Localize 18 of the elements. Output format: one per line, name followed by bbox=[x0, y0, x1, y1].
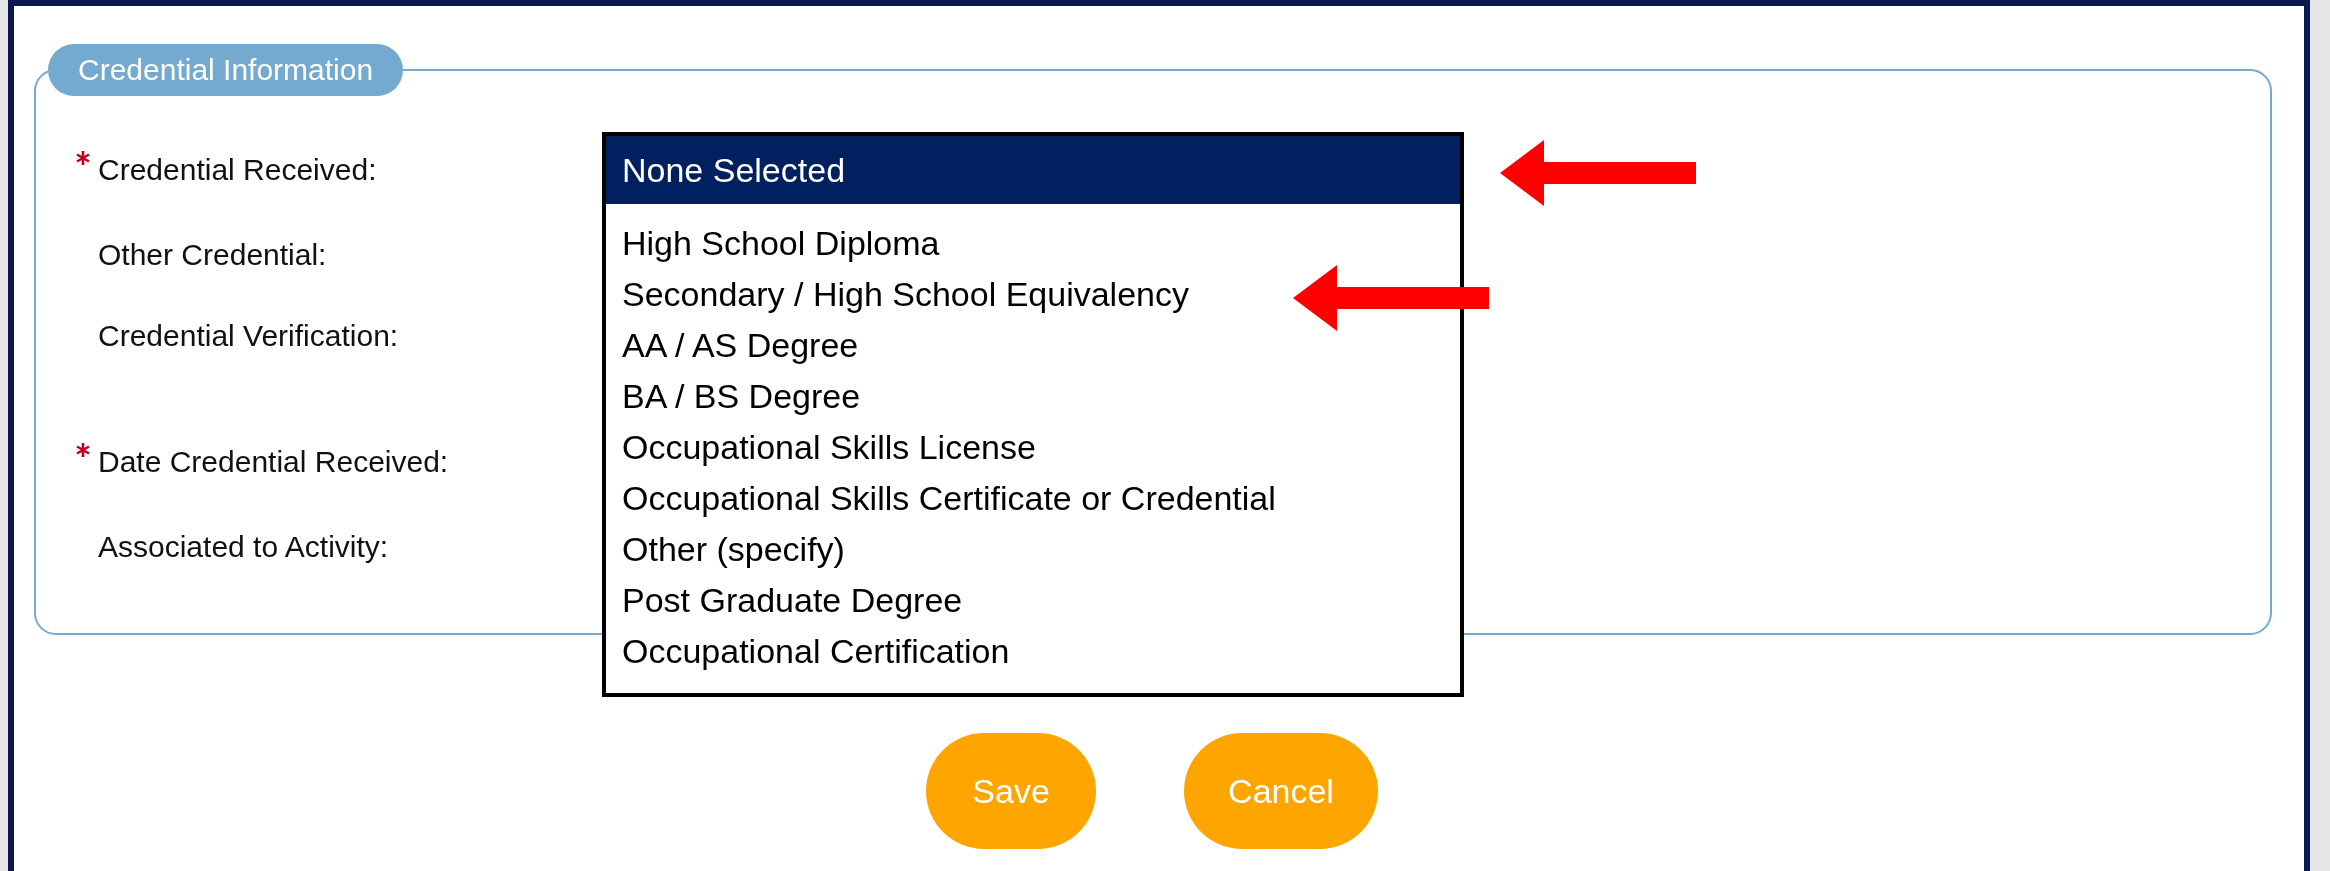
field-label: Date Credential Received: bbox=[98, 444, 449, 479]
field-label: Credential Verification: bbox=[98, 319, 399, 353]
arrow-icon bbox=[1293, 265, 1489, 331]
dropdown-option[interactable]: Occupational Certification bbox=[606, 626, 1460, 677]
dropdown-option[interactable]: AA / AS Degree bbox=[606, 320, 1460, 371]
dropdown-option[interactable]: Secondary / High School Equivalency bbox=[606, 269, 1460, 320]
dropdown-option[interactable]: Post Graduate Degree bbox=[606, 575, 1460, 626]
dropdown-option[interactable]: Occupational Skills Certificate or Credential bbox=[606, 473, 1460, 524]
field-label: Other Credential: bbox=[98, 237, 327, 272]
arrow-icon bbox=[1500, 140, 1696, 206]
field-label: Associated to Activity: bbox=[98, 529, 389, 564]
panel-title: Credential Information bbox=[48, 44, 404, 96]
dropdown-option[interactable]: BA / BS Degree bbox=[606, 371, 1460, 422]
dropdown-option[interactable]: Occupational Skills License bbox=[606, 422, 1460, 473]
dropdown-option[interactable]: High School Diploma bbox=[606, 218, 1460, 269]
dropdown-option[interactable]: Other (specify) bbox=[606, 524, 1460, 575]
field-label: Credential Received: bbox=[98, 152, 377, 187]
dropdown-option[interactable]: None Selected bbox=[606, 136, 1460, 204]
